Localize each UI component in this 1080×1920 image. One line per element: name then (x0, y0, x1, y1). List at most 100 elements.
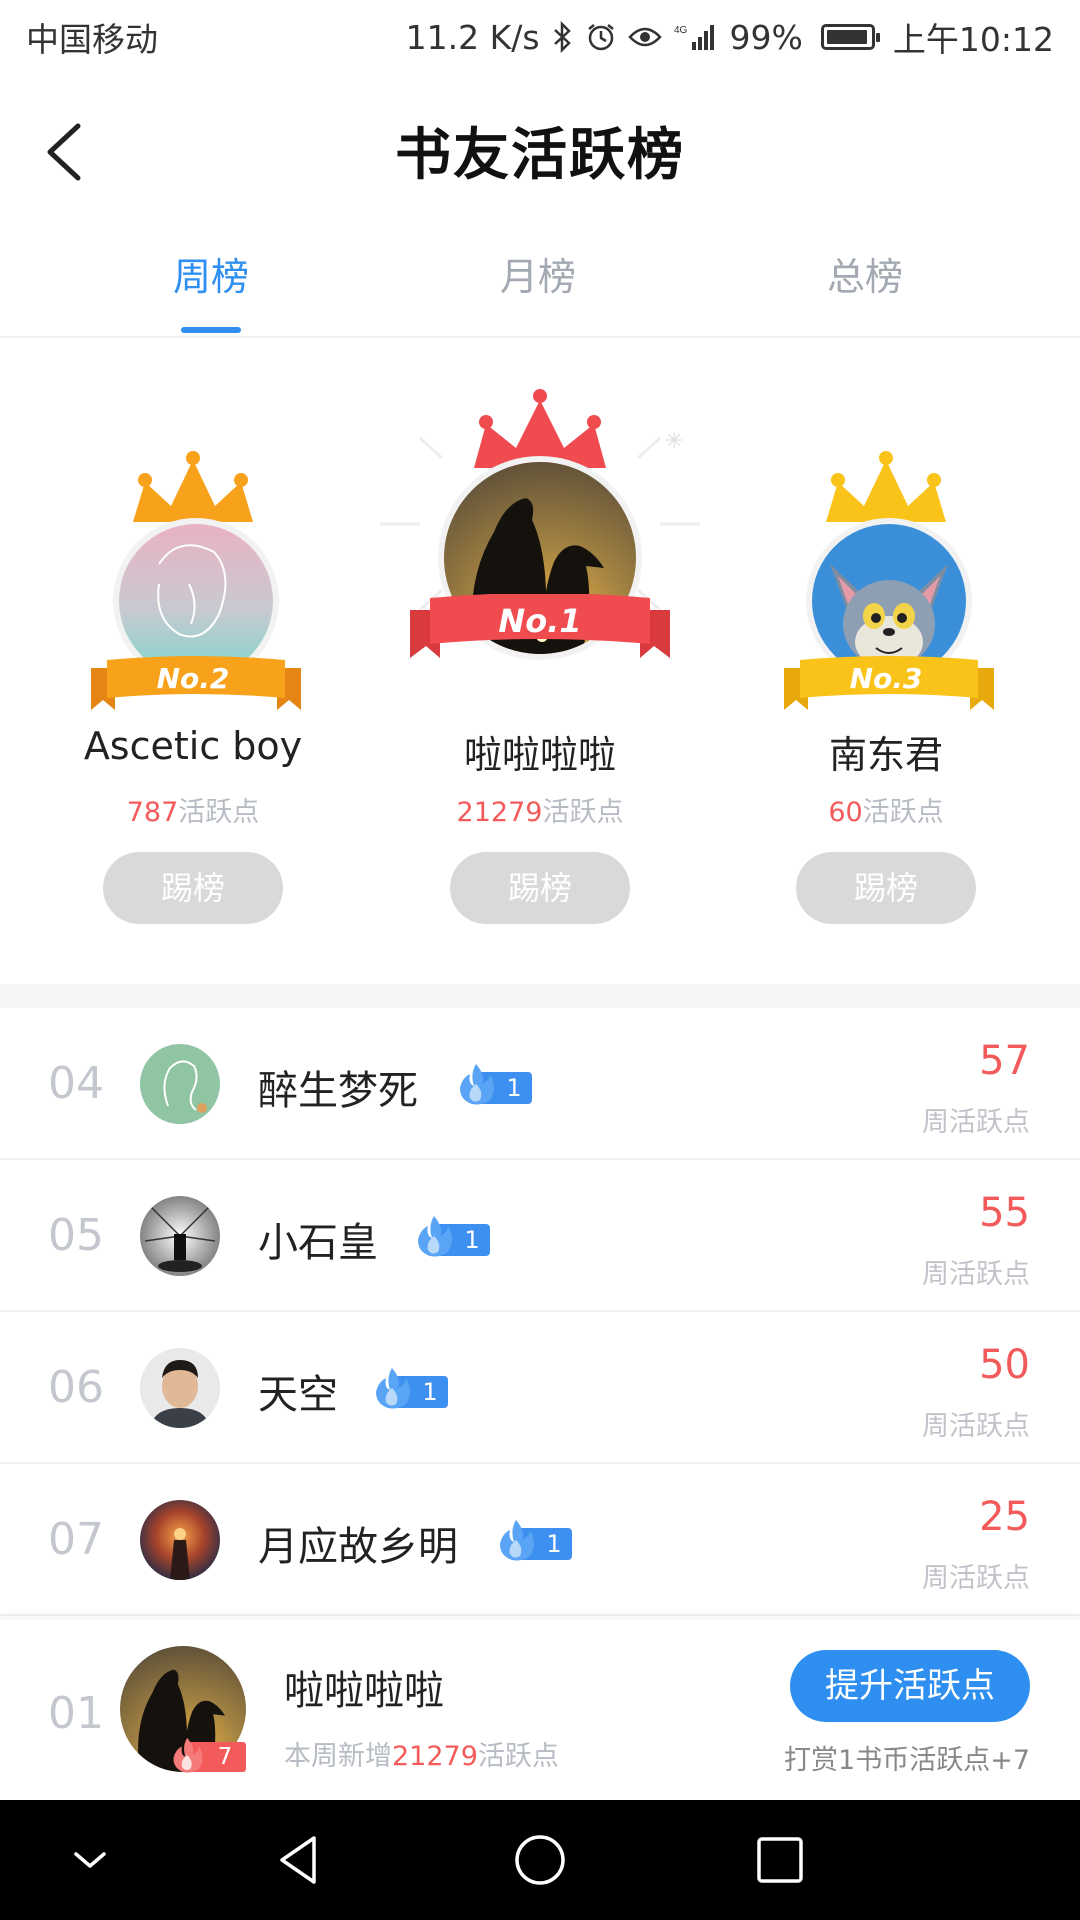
points-value: 55 (979, 1190, 1030, 1236)
kick-button[interactable]: 踢榜 (796, 852, 976, 924)
tab-bar: 周榜 月榜 总榜 (0, 216, 1080, 338)
svg-text:✳: ✳ (665, 429, 683, 454)
my-rank-bar: 01 7 啦啦啦啦 本周新增21279活跃点 提升活跃点 打赏1书币活跃点+7 (0, 1620, 1080, 1800)
rank-number: 04 (48, 1058, 104, 1109)
status-bar: 中国移动 11.2 K/s 4G 99% 上午10:12 (0, 0, 1080, 74)
user-name: 小石皇 (258, 1220, 378, 1266)
battery-icon (820, 24, 880, 50)
nav-back-button[interactable] (270, 1830, 330, 1890)
list-item[interactable]: 05 小石皇 1 55 周活跃点 (0, 1160, 1080, 1312)
eye-icon (627, 25, 662, 49)
my-rank-number: 01 (48, 1688, 104, 1739)
podium: No.2 Ascetic boy 787活跃点 踢榜 ✳ No.1 啦啦啦啦 2… (0, 338, 1080, 984)
points-text: 60活跃点 (706, 790, 1066, 829)
level-number: 1 (464, 1226, 480, 1254)
points-value: 25 (979, 1494, 1030, 1540)
flame-icon (418, 1216, 452, 1257)
my-name: 啦啦啦啦 (284, 1668, 444, 1714)
battery-percent: 99% (729, 17, 803, 57)
points-label: 周活跃点 (922, 1259, 1030, 1290)
tab-weekly[interactable]: 周榜 (111, 246, 311, 333)
my-weekly-summary: 本周新增21279活跃点 (284, 1734, 559, 1773)
podium-first: ✳ No.1 啦啦啦啦 21279活跃点 踢榜 (360, 338, 720, 984)
kick-button[interactable]: 踢榜 (450, 852, 630, 924)
my-level-badge: 7 (170, 1737, 246, 1774)
rank-number: 05 (48, 1210, 104, 1261)
square-recents-icon (757, 1837, 803, 1883)
podium-second: No.2 Ascetic boy 787活跃点 踢榜 (13, 338, 373, 984)
user-name: 啦啦啦啦 (463, 733, 616, 777)
level-badge: 1 (496, 1520, 572, 1561)
chevron-down-icon (74, 1852, 106, 1868)
level-number: 1 (506, 1074, 522, 1102)
level-badge: 1 (414, 1216, 490, 1257)
level-badge: 1 (456, 1064, 532, 1105)
user-name: Ascetic boy (83, 724, 303, 768)
user-name: 醉生梦死 (258, 1068, 418, 1114)
rank-list: 04 醉生梦死 1 57 周活跃点 05 小石皇 1 55 周活跃点 06 天空… (0, 1008, 1080, 1616)
carrier-label: 中国移动 (26, 20, 158, 59)
points-value: 57 (979, 1038, 1030, 1084)
points-unit: 活跃点 (862, 797, 944, 828)
points-value: 787 (126, 797, 179, 828)
level-number: 1 (546, 1530, 562, 1558)
collapse-button[interactable] (60, 1830, 120, 1890)
list-item[interactable]: 06 天空 1 50 周活跃点 (0, 1312, 1080, 1464)
list-item[interactable]: 07 月应故乡明 1 25 周活跃点 (0, 1464, 1080, 1616)
tab-monthly[interactable]: 月榜 (438, 246, 638, 301)
tab-active-indicator (181, 327, 241, 333)
nav-recents-button[interactable] (750, 1830, 810, 1890)
my-level-number: 7 (217, 1744, 233, 1770)
rank-label: No.3 (849, 662, 923, 695)
flame-icon (460, 1064, 494, 1105)
rank-number: 06 (48, 1362, 104, 1413)
flame-icon (173, 1737, 203, 1773)
section-divider (0, 984, 1080, 1008)
svg-text:4G: 4G (674, 25, 688, 36)
network-speed: 11.2 K/s (405, 17, 540, 57)
summary-suffix: 活跃点 (477, 1741, 559, 1772)
status-indicators: 11.2 K/s 4G 99% 上午10:12 (406, 13, 1054, 61)
points-label: 周活跃点 (922, 1411, 1030, 1442)
flame-icon (376, 1368, 410, 1409)
nav-home-button[interactable] (510, 1830, 570, 1890)
avatar[interactable] (140, 1196, 220, 1276)
points-value: 21279 (456, 797, 543, 828)
tab-weekly-label: 周榜 (172, 255, 249, 299)
kick-button[interactable]: 踢榜 (103, 852, 283, 924)
podium-third: No.3 南东君 60活跃点 踢榜 (706, 338, 1066, 984)
user-name: 月应故乡明 (258, 1524, 458, 1570)
triangle-back-icon (280, 1836, 316, 1884)
avatar[interactable] (140, 1348, 220, 1428)
points-unit: 活跃点 (542, 797, 624, 828)
list-item[interactable]: 04 醉生梦死 1 57 周活跃点 (0, 1008, 1080, 1160)
user-name: 天空 (258, 1372, 338, 1418)
level-badge: 1 (372, 1368, 448, 1409)
header: 书友活跃榜 (0, 74, 1080, 216)
points-value: 60 (828, 797, 863, 828)
points-value: 50 (979, 1342, 1030, 1388)
alarm-icon (586, 22, 616, 52)
rank-number: 07 (48, 1514, 104, 1565)
reward-hint: 打赏1书币活跃点+7 (784, 1745, 1030, 1776)
rank-label: No.2 (156, 662, 230, 695)
avatar[interactable] (140, 1044, 220, 1124)
points-text: 21279活跃点 (360, 790, 720, 829)
page-title: 书友活跃榜 (395, 122, 685, 188)
signal-icon: 4G (674, 22, 718, 52)
points-text: 787活跃点 (13, 790, 373, 829)
summary-prefix: 本周新增 (284, 1741, 392, 1772)
points-label: 周活跃点 (922, 1107, 1030, 1138)
bluetooth-icon (552, 21, 574, 53)
rank-label: No.1 (498, 602, 582, 640)
points-label: 周活跃点 (922, 1563, 1030, 1594)
tab-total-label: 总榜 (826, 255, 903, 299)
summary-points: 21279 (392, 1741, 478, 1772)
level-number: 1 (422, 1378, 438, 1406)
tab-total[interactable]: 总榜 (765, 246, 965, 301)
avatar[interactable] (140, 1500, 220, 1580)
boost-activity-button[interactable]: 提升活跃点 (790, 1650, 1030, 1722)
circle-home-icon (515, 1835, 565, 1885)
clock: 上午10:12 (892, 20, 1054, 59)
tab-monthly-label: 月榜 (499, 255, 576, 299)
